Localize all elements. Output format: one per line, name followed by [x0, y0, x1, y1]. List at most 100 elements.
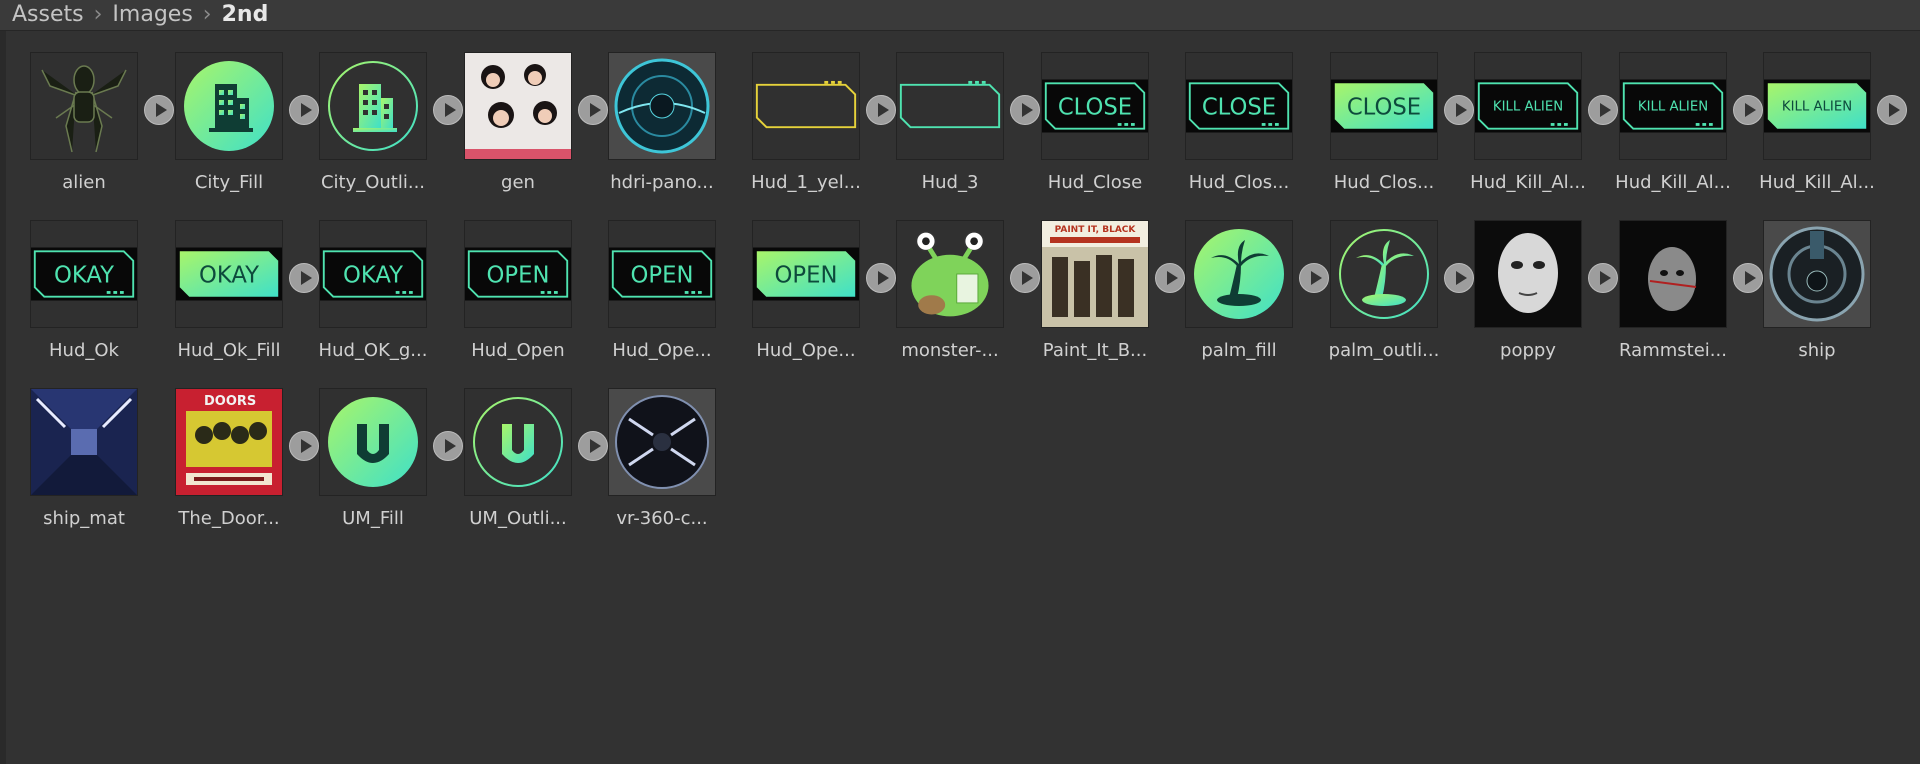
asset-thumbnail[interactable] [319, 52, 427, 160]
asset-thumbnail[interactable]: KILL ALIEN [1763, 52, 1871, 160]
asset-item[interactable]: OPEN Hud_Ope... [732, 220, 896, 370]
svg-text:PAINT IT, BLACK: PAINT IT, BLACK [1055, 225, 1137, 235]
asset-item[interactable]: poppy [1454, 220, 1618, 370]
asset-thumbnail[interactable] [1185, 220, 1293, 328]
asset-item[interactable]: OKAY Hud_Ok [10, 220, 154, 370]
asset-thumbnail[interactable] [464, 52, 572, 160]
asset-item[interactable]: OPEN Hud_Ope... [588, 220, 732, 370]
svg-text:CLOSE: CLOSE [1058, 95, 1132, 121]
asset-item[interactable]: KILL ALIEN Hud_Kill_Al... [1599, 52, 1763, 202]
asset-thumbnail[interactable] [30, 52, 138, 160]
asset-label: poppy [1500, 340, 1556, 361]
asset-label: Hud_3 [921, 172, 979, 193]
asset-item[interactable]: OKAY Hud_OK_g... [299, 220, 443, 370]
asset-item[interactable]: CLOSE Hud_Clos... [1310, 52, 1474, 202]
asset-item[interactable]: PAINT IT, BLACK Paint_It_B... [1021, 220, 1185, 370]
asset-thumbnail[interactable]: CLOSE [1185, 52, 1293, 160]
asset-item[interactable]: City_Outli... [299, 52, 463, 202]
asset-label: Hud_Ok_Fill [177, 340, 281, 361]
asset-thumbnail[interactable] [30, 388, 138, 496]
asset-thumbnail[interactable] [175, 52, 283, 160]
asset-thumbnail[interactable]: DOORS [175, 388, 283, 496]
asset-item[interactable]: gen [444, 52, 608, 202]
asset-thumbnail[interactable] [896, 52, 1004, 160]
asset-label: ship [1798, 340, 1836, 361]
asset-thumbnail[interactable] [319, 388, 427, 496]
asset-thumbnail[interactable] [464, 388, 572, 496]
play-icon[interactable] [1877, 95, 1907, 125]
asset-item[interactable]: DOORS The_Door... [155, 388, 319, 538]
asset-item[interactable]: ship [1743, 220, 1887, 370]
breadcrumb-images[interactable]: Images [112, 4, 192, 26]
asset-label: Hud_OK_g... [318, 340, 428, 361]
svg-text:CLOSE: CLOSE [1347, 95, 1421, 121]
asset-thumbnail[interactable]: OKAY [319, 220, 427, 328]
asset-thumbnail[interactable] [1619, 220, 1727, 328]
asset-thumbnail[interactable] [752, 52, 860, 160]
svg-text:KILL ALIEN: KILL ALIEN [1638, 100, 1708, 115]
asset-thumbnail[interactable] [1474, 220, 1582, 328]
asset-label: UM_Outli... [469, 508, 567, 529]
asset-thumbnail[interactable] [1330, 220, 1438, 328]
asset-label: Hud_1_yel... [751, 172, 861, 193]
asset-item[interactable]: alien [10, 52, 174, 202]
asset-thumbnail[interactable]: OPEN [464, 220, 572, 328]
asset-item[interactable]: Hud_3 [876, 52, 1040, 202]
asset-thumbnail[interactable]: KILL ALIEN [1619, 52, 1727, 160]
svg-text:OPEN: OPEN [631, 263, 694, 289]
asset-label: Hud_Clos... [1188, 172, 1290, 193]
asset-item[interactable]: Rammstei... [1599, 220, 1763, 370]
asset-label: monster-... [901, 340, 999, 361]
asset-thumbnail[interactable]: KILL ALIEN [1474, 52, 1582, 160]
asset-thumbnail[interactable]: CLOSE [1041, 52, 1149, 160]
asset-label: Paint_It_B... [1042, 340, 1148, 361]
asset-item[interactable]: monster-... [876, 220, 1040, 370]
asset-thumbnail[interactable] [608, 52, 716, 160]
asset-label: Hud_Open [471, 340, 565, 361]
svg-text:OKAY: OKAY [54, 263, 114, 289]
svg-text:OKAY: OKAY [199, 263, 259, 289]
asset-label: The_Door... [178, 508, 280, 529]
asset-label: alien [62, 172, 106, 193]
asset-item[interactable]: UM_Outli... [444, 388, 608, 538]
asset-thumbnail[interactable]: PAINT IT, BLACK [1041, 220, 1149, 328]
asset-label: Hud_Ope... [756, 340, 856, 361]
asset-item[interactable]: OKAY Hud_Ok_Fill [155, 220, 319, 370]
asset-thumbnail[interactable] [1763, 220, 1871, 328]
asset-item[interactable]: palm_fill [1165, 220, 1329, 370]
asset-item[interactable]: KILL ALIEN Hud_Kill_Al... [1454, 52, 1618, 202]
asset-item[interactable]: City_Fill [155, 52, 319, 202]
asset-thumbnail[interactable] [608, 388, 716, 496]
asset-label: Hud_Kill_Al... [1470, 172, 1586, 193]
asset-item[interactable]: CLOSE Hud_Close [1021, 52, 1165, 202]
asset-item[interactable]: vr-360-c... [588, 388, 732, 538]
asset-label: Hud_Close [1047, 172, 1143, 193]
asset-label: Hud_Kill_Al... [1759, 172, 1875, 193]
asset-thumbnail[interactable]: CLOSE [1330, 52, 1438, 160]
breadcrumb-current-folder[interactable]: 2nd [222, 4, 269, 26]
breadcrumb: Assets › Images › 2nd [0, 0, 1920, 31]
asset-thumbnail[interactable] [896, 220, 1004, 328]
asset-item[interactable]: palm_outli... [1310, 220, 1474, 370]
asset-label: gen [501, 172, 535, 193]
asset-item[interactable]: ship_mat [10, 388, 154, 538]
asset-label: Rammstei... [1619, 340, 1727, 361]
asset-thumbnail[interactable]: OKAY [175, 220, 283, 328]
breadcrumb-assets[interactable]: Assets [12, 4, 84, 26]
asset-label: Hud_Ope... [612, 340, 712, 361]
asset-item[interactable]: OPEN Hud_Open [444, 220, 588, 370]
asset-thumbnail[interactable]: OPEN [608, 220, 716, 328]
asset-item[interactable]: KILL ALIEN Hud_Kill_Al... [1743, 52, 1907, 202]
svg-text:OKAY: OKAY [343, 263, 403, 289]
asset-item[interactable]: UM_Fill [299, 388, 463, 538]
asset-label: Hud_Clos... [1333, 172, 1435, 193]
svg-text:KILL ALIEN: KILL ALIEN [1493, 100, 1563, 115]
asset-thumbnail[interactable]: OKAY [30, 220, 138, 328]
asset-item[interactable]: Hud_1_yel... [732, 52, 896, 202]
svg-text:DOORS: DOORS [204, 394, 256, 409]
asset-item[interactable]: CLOSE Hud_Clos... [1165, 52, 1309, 202]
asset-item[interactable]: hdri-pano... [588, 52, 732, 202]
asset-thumbnail[interactable]: OPEN [752, 220, 860, 328]
asset-label: UM_Fill [342, 508, 404, 529]
asset-label: ship_mat [43, 508, 125, 529]
